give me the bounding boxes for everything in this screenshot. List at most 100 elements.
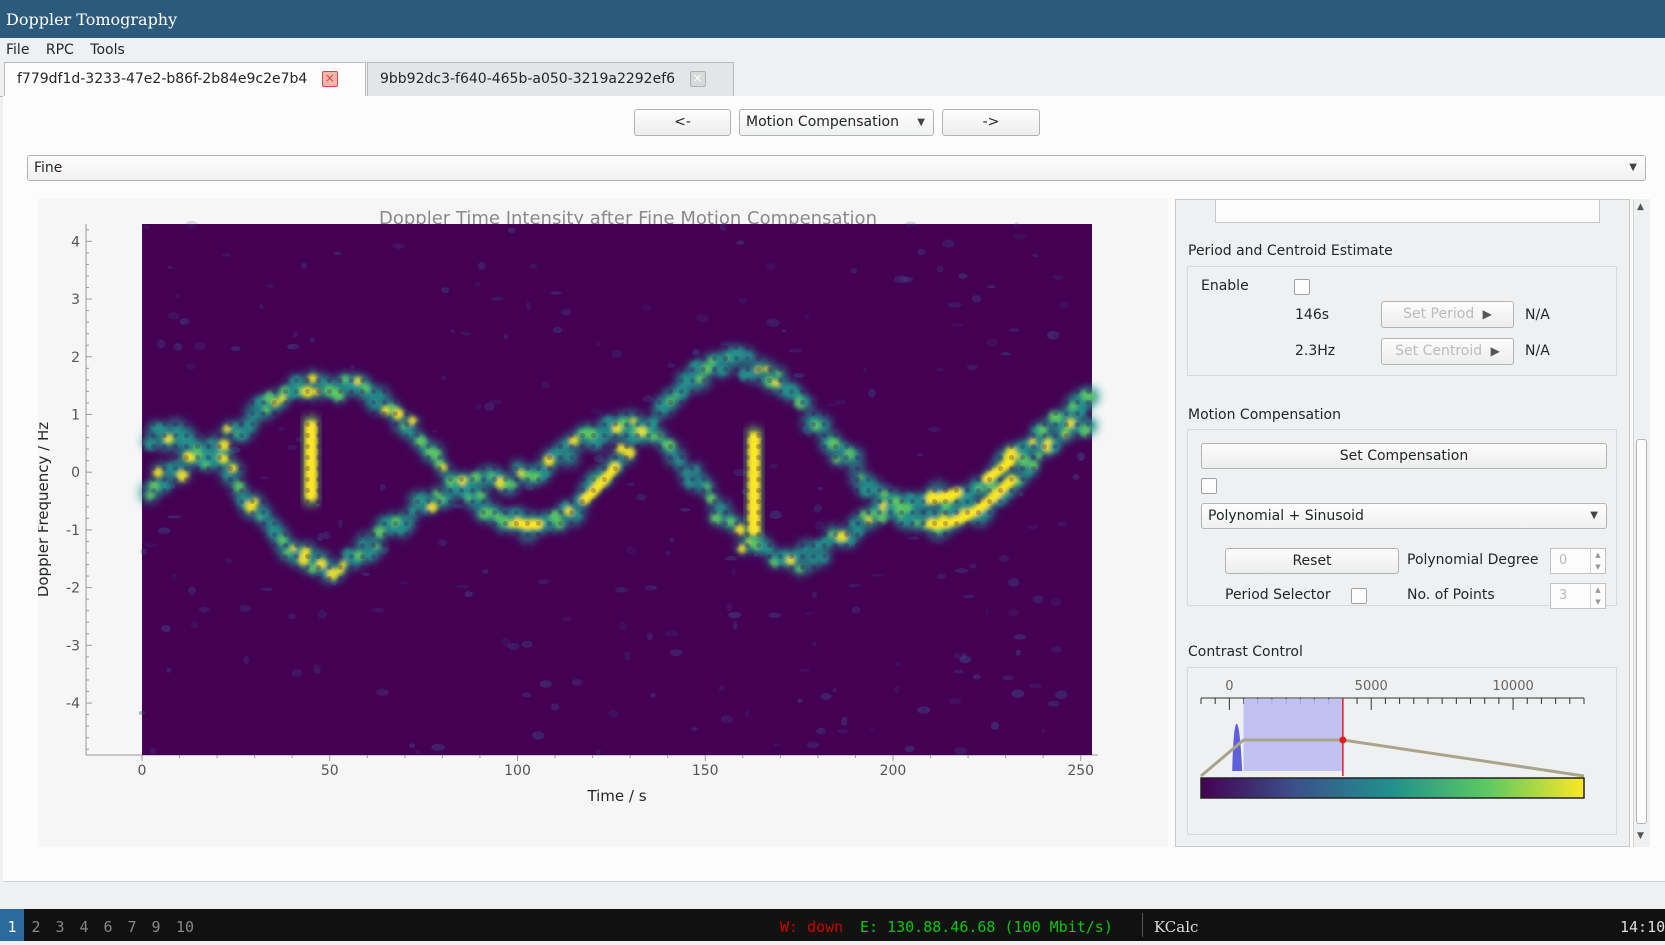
window-title: Doppler Tomography xyxy=(0,0,1665,38)
contrast-region xyxy=(1200,699,1585,778)
contrast-tick-label: 10000 xyxy=(1492,679,1533,694)
mode-combo[interactable]: Fine ▼ xyxy=(27,155,1646,181)
x-axis-label: Time / s xyxy=(586,787,646,805)
menu-tools[interactable]: Tools xyxy=(84,38,131,62)
chevron-down-icon: ▼ xyxy=(1590,510,1598,521)
chevron-down-icon: ▼ xyxy=(917,117,925,128)
next-stage-button[interactable]: -> xyxy=(942,109,1040,136)
set-centroid-button[interactable]: Set Centroid ▶ xyxy=(1381,338,1514,365)
motion-section-title: Motion Compensation xyxy=(1188,407,1341,423)
polynomial-degree-spinbox[interactable]: 0 ▲ ▼ xyxy=(1550,548,1606,574)
set-period-label: Set Period xyxy=(1403,306,1475,322)
menu-rpc[interactable]: RPC xyxy=(40,38,80,62)
clock: 14:10 xyxy=(1620,918,1665,936)
y-axis-label: Doppler Frequency / Hz xyxy=(38,422,52,597)
y-tick-label: -2 xyxy=(66,581,80,597)
scroll-up-icon[interactable]: ▲ xyxy=(1637,202,1644,212)
points-spinbox[interactable]: 3 ▲ ▼ xyxy=(1550,583,1606,609)
play-icon: ▶ xyxy=(1482,307,1492,321)
tab-session-2[interactable]: 9bb92dc3-f640-465b-a050-3219a2292ef6 × xyxy=(367,62,734,96)
status-strip xyxy=(3,881,1665,910)
workspace-3[interactable]: 3 xyxy=(48,909,72,941)
y-tick-label: -1 xyxy=(66,523,80,539)
model-combo-value: Polynomial + Sinusoid xyxy=(1208,508,1364,524)
plot-area: Doppler Time Intensity after Fine Motion… xyxy=(38,199,1168,847)
contrast-tick-label: 5000 xyxy=(1355,679,1388,694)
workspace-2[interactable]: 2 xyxy=(24,909,48,941)
x-tick-label: 100 xyxy=(504,763,531,779)
model-combo[interactable]: Polynomial + Sinusoid ▼ xyxy=(1201,503,1607,529)
motion-section: Set Compensation Polynomial + Sinusoid ▼… xyxy=(1187,429,1617,609)
panel-text-field[interactable] xyxy=(1215,199,1600,223)
x-tick-label: 200 xyxy=(880,763,907,779)
set-period-button[interactable]: Set Period ▶ xyxy=(1381,301,1514,328)
play-icon: ▶ xyxy=(1490,344,1500,358)
workspace-1[interactable]: 1 xyxy=(0,909,24,941)
tab-label: 9bb92dc3-f640-465b-a050-3219a2292ef6 xyxy=(380,71,676,87)
y-tick-label: 0 xyxy=(71,465,80,481)
tab-close-icon[interactable]: × xyxy=(689,71,706,87)
tab-label: f779df1d-3233-47e2-b86f-2b84e9c2e7b4 xyxy=(17,71,308,87)
y-tick-label: 2 xyxy=(71,350,80,366)
period-section-title: Period and Centroid Estimate xyxy=(1188,243,1393,259)
period-selector-label: Period Selector xyxy=(1225,587,1331,603)
tab-close-icon[interactable]: × xyxy=(321,71,338,87)
contrast-histogram[interactable]: 0 5000 10000 xyxy=(1188,668,1616,834)
menu-bar: File RPC Tools xyxy=(0,38,1665,62)
colormap-gradient-bar[interactable] xyxy=(1200,777,1585,799)
y-tick-label: 1 xyxy=(71,407,80,423)
workspace-6[interactable]: 6 xyxy=(96,909,120,941)
stage-combo[interactable]: Motion Compensation ▼ xyxy=(739,109,934,136)
contrast-tick-label: 0 xyxy=(1225,679,1233,694)
y-tick-label: -3 xyxy=(66,638,80,654)
polynomial-degree-label: Polynomial Degree xyxy=(1407,552,1539,568)
compensation-checkbox[interactable] xyxy=(1201,478,1217,494)
x-axis: 0 50 100 150 200 250 xyxy=(86,754,1098,779)
workspace-4[interactable]: 4 xyxy=(72,909,96,941)
centroid-result: N/A xyxy=(1525,343,1550,359)
workspace-7[interactable]: 7 xyxy=(120,909,144,941)
x-tick-label: 150 xyxy=(692,763,719,779)
wifi-status: W: down xyxy=(780,918,844,936)
set-centroid-label: Set Centroid xyxy=(1395,343,1483,359)
workspace-9[interactable]: 9 xyxy=(144,909,168,941)
scrollbar-thumb[interactable] xyxy=(1636,439,1647,824)
period-value: 146s xyxy=(1295,307,1330,323)
y-tick-label: 4 xyxy=(71,234,80,250)
panel-scrollbar[interactable]: ▲ ▼ xyxy=(1633,199,1650,847)
contrast-section-title: Contrast Control xyxy=(1188,644,1303,660)
contrast-section: 0 5000 10000 xyxy=(1187,667,1617,835)
doppler-heatmap-chart[interactable]: Doppler Time Intensity after Fine Motion… xyxy=(38,199,1168,847)
ethernet-status: E: 130.88.46.68 (100 Mbit/s) xyxy=(860,918,1113,936)
x-tick-label: 250 xyxy=(1067,763,1094,779)
scroll-down-icon[interactable]: ▼ xyxy=(1637,831,1644,841)
y-tick-label: -4 xyxy=(66,696,80,712)
period-result: N/A xyxy=(1525,307,1550,323)
x-tick-label: 50 xyxy=(321,763,339,779)
contrast-selected-range[interactable] xyxy=(1243,699,1343,771)
spin-arrows-icon[interactable]: ▲ ▼ xyxy=(1590,549,1605,573)
control-panel: Period and Centroid Estimate Enable 146s… xyxy=(1175,199,1630,847)
active-window-title[interactable]: KCalc xyxy=(1154,909,1198,945)
menu-file[interactable]: File xyxy=(0,38,35,62)
period-selector-checkbox[interactable] xyxy=(1351,588,1367,604)
enable-checkbox[interactable] xyxy=(1294,279,1310,295)
spin-arrows-icon[interactable]: ▲ ▼ xyxy=(1590,584,1605,608)
range-max-marker[interactable] xyxy=(1339,736,1347,744)
polynomial-degree-value: 0 xyxy=(1559,553,1568,568)
tab-session-1[interactable]: f779df1d-3233-47e2-b86f-2b84e9c2e7b4 × xyxy=(4,62,366,97)
x-tick-label: 0 xyxy=(138,763,147,779)
points-label: No. of Points xyxy=(1407,587,1495,603)
y-axis: -4 -3 -2 -1 0 1 2 3 4 xyxy=(66,224,92,755)
mode-combo-value: Fine xyxy=(34,160,63,176)
set-compensation-button[interactable]: Set Compensation xyxy=(1201,443,1607,469)
workspace-10[interactable]: 10 xyxy=(168,909,202,941)
prev-stage-button[interactable]: <- xyxy=(634,109,731,136)
y-tick-label: 3 xyxy=(71,292,80,308)
stage-combo-value: Motion Compensation xyxy=(746,114,899,130)
reset-button[interactable]: Reset xyxy=(1225,548,1399,574)
chevron-down-icon: ▼ xyxy=(1629,162,1637,173)
enable-label: Enable xyxy=(1201,278,1249,294)
period-section: Enable 146s Set Period ▶ N/A 2.3Hz Set C… xyxy=(1187,266,1617,376)
centroid-value: 2.3Hz xyxy=(1295,343,1336,359)
